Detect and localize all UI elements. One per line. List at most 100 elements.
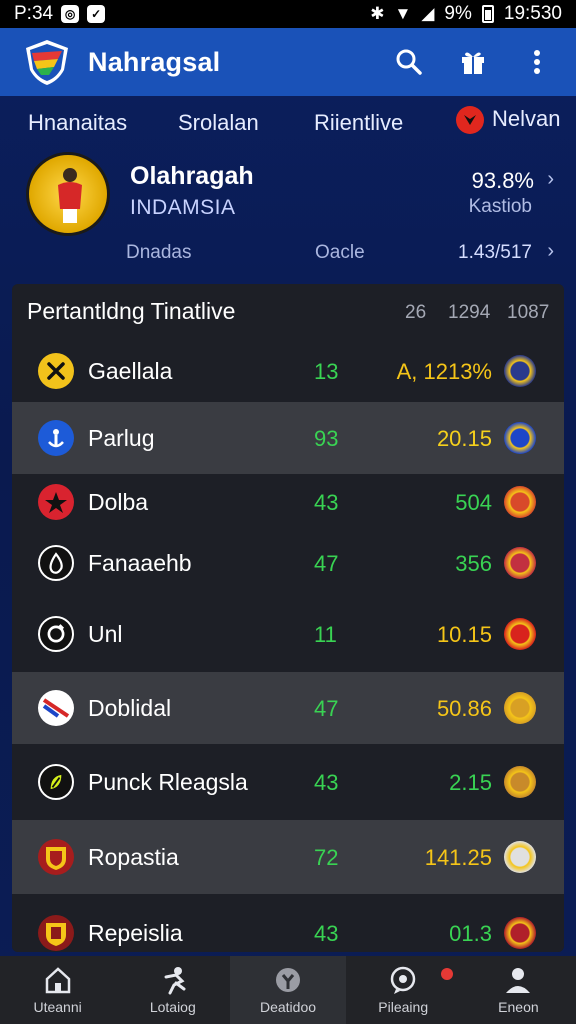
team-name: Doblidal [88, 695, 172, 721]
nav-label: Uteanni [33, 999, 82, 1015]
team-name: Fanaaehb [88, 550, 192, 576]
profile-meta-left: Dnadas [126, 242, 192, 263]
flag-icon [38, 690, 74, 726]
team-stat-b: 01.3 [449, 921, 492, 946]
table-row[interactable]: Dolba 43 504 [12, 474, 564, 530]
search-icon [396, 49, 422, 75]
table-row[interactable]: Fanaaehb 47 356 [12, 530, 564, 596]
team-crest-icon [504, 355, 536, 387]
battery-icon [481, 5, 494, 23]
player-country: INDAMSIA [130, 196, 236, 219]
team-name: Ropastia [88, 844, 179, 870]
nav-item-deatidoo[interactable]: Deatidoo [230, 956, 346, 1024]
column-header-2[interactable]: 1294 [448, 302, 490, 324]
team-stat-b: 141.25 [424, 845, 492, 870]
bluetooth-icon: ✱ [370, 4, 385, 23]
profile-card[interactable]: Olahragah INDAMSIA 93.8% › Kastiob Dnada… [0, 150, 576, 280]
team-name: Dolba [88, 489, 149, 515]
app-bar: Nahragsal [0, 28, 576, 96]
nav-label: Deatidoo [259, 999, 317, 1015]
star-icon [38, 484, 74, 520]
notification-dot-icon [440, 968, 453, 980]
ball-icon [273, 965, 303, 995]
team-stat-b: 20.15 [436, 426, 492, 451]
nav-item-pileaing[interactable]: Pileaing [346, 956, 461, 1024]
team-stat-a: 93 [314, 426, 339, 451]
more-options-button[interactable] [520, 45, 554, 79]
signal-icon: ◢ [421, 4, 435, 23]
column-header-1[interactable]: 26 [405, 302, 426, 324]
table-row[interactable]: Punck Rleagsla 43 2.15 [12, 744, 564, 820]
battery-percent: 9% [444, 3, 472, 24]
tab-bar: Hnanaitas Srolalan Riientlive Nelvan [0, 96, 576, 150]
table-row[interactable]: Parlug 93 20.15 [12, 402, 564, 474]
gift-icon [462, 52, 484, 74]
tab-nelvan[interactable]: Nelvan [456, 106, 561, 135]
team-stat-b: 50.86 [436, 696, 492, 721]
team-stat-a: 47 [314, 696, 339, 721]
table-row[interactable]: Repeislia 43 01.3 [12, 894, 564, 952]
player-badge-icon [26, 152, 110, 236]
leaf-icon [38, 764, 74, 800]
team-crest-icon [504, 547, 536, 579]
profile-meta-right: 1.43/517 [458, 242, 532, 263]
team-crest-icon [504, 618, 536, 650]
nav-label: Eneon [498, 999, 539, 1015]
chevron-right-icon-2[interactable]: › [547, 240, 554, 263]
team-stat-b: A, 1213% [396, 359, 492, 384]
tab-hnanaitas[interactable]: Hnanaitas [28, 110, 127, 136]
team-stat-a: 11 [314, 622, 337, 647]
profile-meta-mid: Oacle [315, 242, 365, 263]
team-name: Unl [88, 621, 123, 647]
drop-icon [38, 545, 74, 581]
table-row[interactable]: Unl 11 10.15 [12, 596, 564, 672]
team-stat-a: 43 [314, 770, 339, 795]
team-stat-a: 47 [314, 551, 339, 576]
team-crest-icon [456, 106, 484, 135]
wifi-icon: ▼ [394, 4, 412, 23]
table-row[interactable]: Doblidal 47 50.86 [12, 672, 564, 744]
status-clock: 19:530 [503, 3, 562, 24]
home-icon [43, 965, 73, 995]
crest-icon [38, 915, 74, 951]
table-row[interactable]: Gaellala 13 A, 1213% [12, 340, 564, 402]
x-icon [38, 353, 74, 389]
team-stat-b: 2.15 [449, 770, 492, 795]
tab-nelvan-label: Nelvan [492, 106, 561, 131]
chevron-right-icon[interactable]: › [547, 168, 554, 191]
team-crest-icon [504, 766, 536, 798]
nav-item-uteanni[interactable]: Uteanni [0, 956, 115, 1024]
team-stat-a: 43 [314, 490, 339, 515]
status-time-left: P:34 [14, 3, 54, 24]
bottom-navigation: Uteanni Lotaiog Deatidoo Pileaing Eneon [0, 956, 576, 1024]
team-name: Repeislia [88, 920, 183, 946]
standings-list: Gaellala 13 A, 1213% Parlug 93 20.15 Dolba 43 50… [12, 340, 564, 952]
notification-app-icon-2: ✓ [87, 5, 106, 23]
status-bar: P:34 ◎ ✓ ✱ ▼ ◢ 9% 19:530 [0, 0, 576, 28]
team-name: Punck Rleagsla [88, 769, 248, 795]
table-row[interactable]: Ropastia 72 141.25 [12, 820, 564, 894]
tab-srolalan[interactable]: Srolalan [178, 110, 259, 136]
nav-label: Lotaiog [149, 999, 196, 1015]
team-stat-b: 10.15 [436, 622, 492, 647]
team-stat-a: 72 [314, 845, 339, 870]
team-stat-a: 13 [314, 359, 339, 384]
profile-icon [503, 965, 533, 995]
player-stat: 93.8% [471, 168, 534, 193]
nav-label: Pileaing [378, 999, 429, 1015]
team-crest-icon [504, 422, 536, 454]
standings-title: Pertantldng Tinatlive [27, 298, 236, 324]
player-icon [158, 965, 188, 995]
team-crest-icon [504, 917, 536, 949]
team-crest-icon [504, 692, 536, 724]
nav-item-lotaiog[interactable]: Lotaiog [115, 956, 230, 1024]
nav-item-eneon[interactable]: Eneon [461, 956, 576, 1024]
app-title: Nahragsal [88, 46, 221, 77]
search-button[interactable] [392, 45, 426, 79]
player-stat-sub: Kastiob [468, 196, 532, 217]
tab-riientlive[interactable]: Riientlive [314, 110, 403, 136]
standings-header: Pertantldng Tinatlive 26 1294 1087 [12, 284, 564, 340]
gift-button[interactable] [456, 45, 490, 79]
cycle-icon [38, 616, 74, 652]
column-header-3[interactable]: 1087 [507, 302, 549, 324]
